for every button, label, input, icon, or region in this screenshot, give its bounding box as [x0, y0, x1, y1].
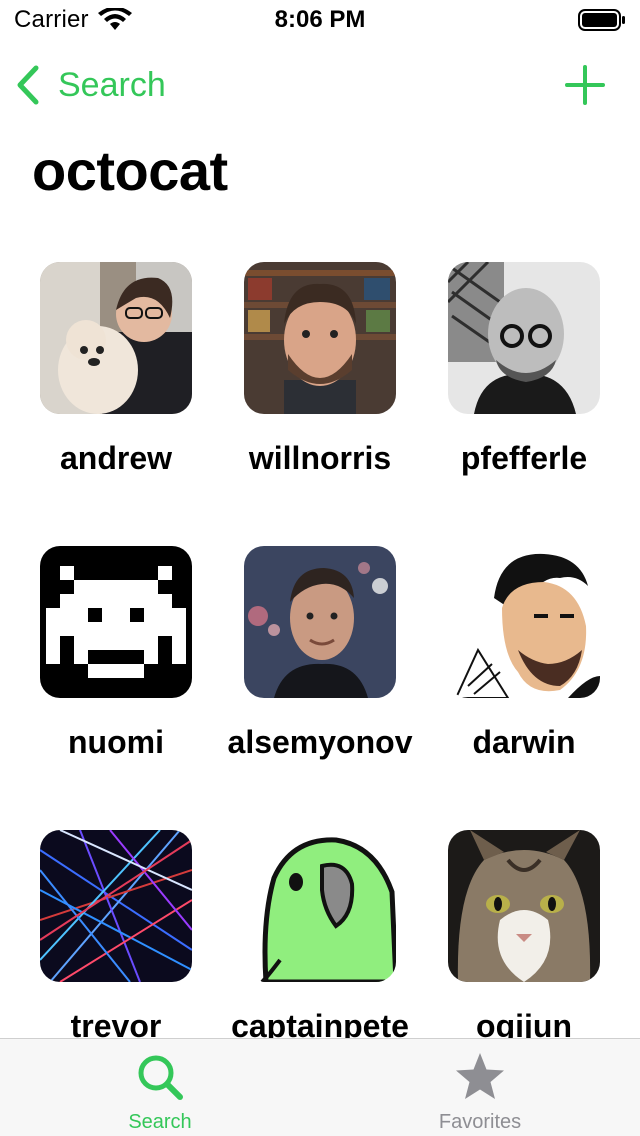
page-title: octocat — [32, 139, 228, 202]
avatar — [448, 830, 600, 982]
search-icon — [138, 1055, 183, 1100]
tab-favorites-label: Favorites — [438, 1111, 522, 1133]
status-bar: Carrier 8:06 PM — [0, 0, 640, 40]
avatar — [244, 262, 396, 414]
back-button-label: Search — [58, 65, 166, 104]
username-label: ogijun — [476, 1008, 572, 1038]
tab-favorites[interactable]: Favorites — [320, 1039, 640, 1136]
username-label: captainpete — [231, 1008, 409, 1038]
username-label: andrew — [59, 440, 173, 476]
username-label: nuomi — [68, 724, 164, 760]
avatar — [40, 262, 192, 414]
plus-icon[interactable] — [564, 64, 606, 106]
avatar — [40, 830, 192, 982]
username-label: alsemyonov — [227, 724, 413, 760]
avatar — [448, 546, 600, 698]
tab-search-label: Search — [128, 1111, 192, 1133]
navigation-bar: Search — [0, 50, 640, 120]
avatar — [40, 546, 192, 698]
username-label: trevor — [70, 1008, 162, 1038]
status-time: 8:06 PM — [274, 6, 366, 33]
tab-search[interactable]: Search — [0, 1039, 320, 1136]
avatar — [448, 262, 600, 414]
back-button[interactable]: Search — [14, 62, 166, 108]
chevron-left-icon — [17, 65, 39, 105]
star-icon — [456, 1053, 504, 1099]
username-label: willnorris — [248, 440, 392, 476]
username-label: pfefferle — [460, 440, 588, 476]
username-label: darwin — [472, 724, 576, 760]
battery-icon — [578, 9, 625, 31]
tab-bar: Search Favorites — [0, 1038, 640, 1136]
user-grid[interactable]: andrew willnorris pfefferle nuomi alsemy… — [0, 262, 640, 1038]
avatar — [244, 830, 396, 982]
avatar — [244, 546, 396, 698]
